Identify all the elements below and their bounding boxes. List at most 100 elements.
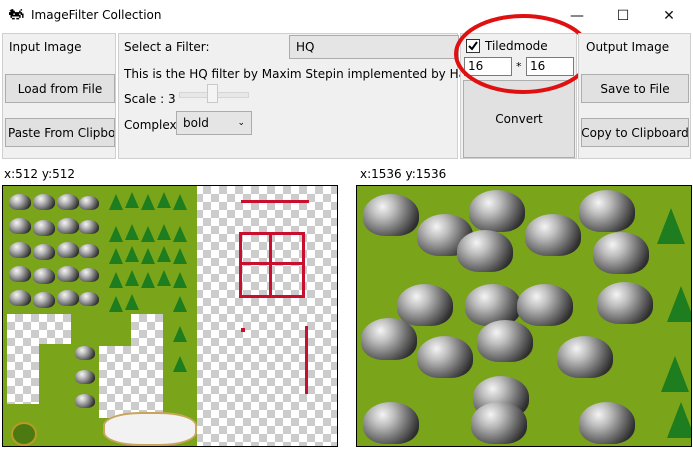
sand-patch xyxy=(103,412,197,446)
tree-sprite xyxy=(157,224,171,240)
tree-sprite xyxy=(667,402,691,438)
rock-sprite xyxy=(397,284,453,326)
rock-sprite xyxy=(465,284,521,326)
selection-line xyxy=(305,326,308,394)
rock-sprite xyxy=(33,292,55,308)
source-dimensions: x:512 y:512 xyxy=(4,167,76,181)
tree-sprite xyxy=(173,326,187,342)
complex-label: Complex xyxy=(124,118,177,132)
rock-sprite xyxy=(9,290,31,306)
tree-sprite xyxy=(173,356,187,372)
complex-select[interactable]: bold ⌄ xyxy=(176,111,252,135)
rock-sprite xyxy=(57,194,79,210)
tree-sprite xyxy=(141,194,155,210)
rock-sprite xyxy=(517,284,573,326)
rock-sprite xyxy=(471,402,527,444)
tree-sprite xyxy=(141,248,155,264)
rock-sprite xyxy=(33,244,55,260)
selection-grid xyxy=(239,232,305,298)
rock-sprite xyxy=(9,194,31,210)
tree-sprite xyxy=(109,272,123,288)
selection-dot xyxy=(241,328,245,332)
copy-to-clipboard-button[interactable]: Copy to Clipboard xyxy=(581,118,689,147)
rock-sprite xyxy=(57,290,79,306)
complex-select-value: bold xyxy=(183,116,209,130)
tree-sprite xyxy=(157,246,171,262)
output-image-label: Output Image xyxy=(586,40,670,54)
scale-label: Scale : 3 xyxy=(124,92,176,106)
tree-sprite xyxy=(125,270,139,286)
invader-icon xyxy=(9,9,24,20)
rock-sprite xyxy=(417,336,473,378)
rock-sprite xyxy=(79,244,99,258)
window-title: ImageFilter Collection xyxy=(31,8,162,22)
save-to-file-button[interactable]: Save to File xyxy=(581,74,689,103)
selection-grid-line xyxy=(242,262,302,265)
result-dimensions: x:1536 y:1536 xyxy=(360,167,447,181)
tree-sprite xyxy=(109,296,123,312)
rock-sprite xyxy=(79,196,99,210)
tree-sprite xyxy=(657,208,685,244)
transparent-patch xyxy=(131,314,163,346)
source-image[interactable] xyxy=(2,185,338,447)
tree-sprite xyxy=(125,246,139,262)
filter-select[interactable]: HQ xyxy=(289,35,459,59)
tree-sprite xyxy=(125,192,139,208)
close-button[interactable]: ✕ xyxy=(646,0,692,31)
scale-slider-thumb[interactable] xyxy=(207,84,218,103)
tree-sprite xyxy=(141,226,155,242)
tree-sprite xyxy=(109,194,123,210)
rock-sprite xyxy=(75,346,95,360)
selection-line xyxy=(241,200,309,203)
bush-sprite xyxy=(11,422,37,446)
rock-sprite xyxy=(57,266,79,282)
rock-sprite xyxy=(79,220,99,234)
rock-sprite xyxy=(57,218,79,234)
rock-sprite xyxy=(457,230,513,272)
tree-sprite xyxy=(109,248,123,264)
tree-sprite xyxy=(125,224,139,240)
output-panel: Output Image Save to File Copy to Clipbo… xyxy=(578,33,691,159)
load-from-file-button[interactable]: Load from File xyxy=(5,74,115,103)
tree-sprite xyxy=(173,194,187,210)
rock-sprite xyxy=(593,232,649,274)
rock-sprite xyxy=(57,242,79,258)
rock-sprite xyxy=(9,242,31,258)
tree-sprite xyxy=(173,272,187,288)
tree-sprite xyxy=(173,248,187,264)
maximize-button[interactable]: ☐ xyxy=(600,0,646,31)
result-image[interactable] xyxy=(356,185,692,447)
rock-sprite xyxy=(9,218,31,234)
tree-sprite xyxy=(157,270,171,286)
tree-sprite xyxy=(109,226,123,242)
rock-sprite xyxy=(79,268,99,282)
rock-sprite xyxy=(75,370,95,384)
tree-sprite xyxy=(157,192,171,208)
rock-sprite xyxy=(363,194,419,236)
rock-sprite xyxy=(579,402,635,444)
rock-sprite xyxy=(361,318,417,360)
transparent-patch xyxy=(99,346,163,418)
rock-sprite xyxy=(557,336,613,378)
tree-sprite xyxy=(173,296,187,312)
transparent-patch xyxy=(39,314,71,344)
tree-sprite xyxy=(667,286,691,322)
rock-sprite xyxy=(363,402,419,444)
rock-sprite xyxy=(9,266,31,282)
input-image-label: Input Image xyxy=(9,40,82,54)
rock-sprite xyxy=(469,190,525,232)
filter-description: This is the HQ filter by Maxim Stepin im… xyxy=(124,67,502,81)
highlight-circle xyxy=(454,14,592,94)
rock-sprite xyxy=(79,292,99,306)
tree-sprite xyxy=(141,272,155,288)
rock-sprite xyxy=(525,214,581,256)
transparent-patch xyxy=(7,314,39,404)
rock-sprite xyxy=(33,194,55,210)
chevron-down-icon: ⌄ xyxy=(237,118,245,128)
tree-sprite xyxy=(661,356,689,392)
selection-grid-line xyxy=(269,235,272,295)
rock-sprite xyxy=(33,268,55,284)
rock-sprite xyxy=(597,282,653,324)
paste-from-clipboard-button[interactable]: Paste From Clipboard xyxy=(5,118,115,147)
rock-sprite xyxy=(75,394,95,408)
